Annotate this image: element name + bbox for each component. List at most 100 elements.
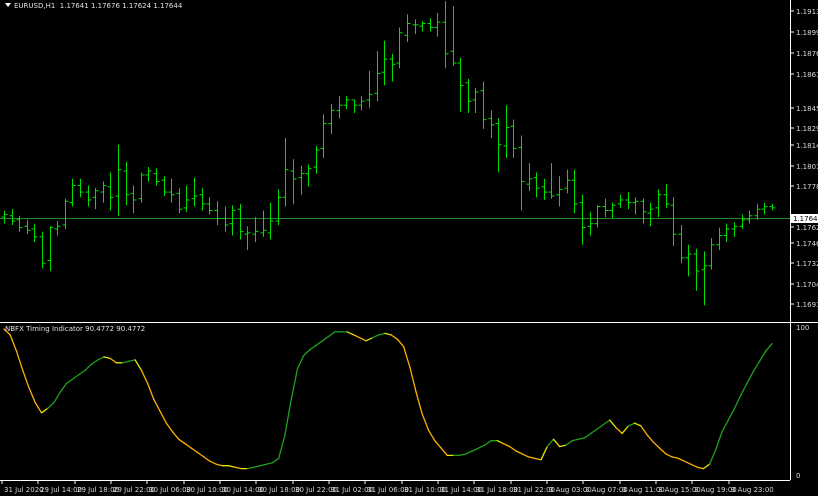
ohlc-bar xyxy=(587,211,594,236)
ohlc-bar xyxy=(465,78,472,114)
indicator-segment xyxy=(471,447,480,452)
ohlc-bar xyxy=(739,214,746,229)
ohlc-bar xyxy=(617,194,624,208)
indicator-scale-max: 100 xyxy=(796,324,809,332)
ohlc-bar xyxy=(358,95,365,111)
indicator-segment xyxy=(677,457,686,462)
indicator-segment xyxy=(228,465,236,468)
indicator-segment xyxy=(633,422,642,427)
indicator-segment xyxy=(540,445,548,461)
ohlc-bar xyxy=(670,197,677,247)
ohlc-bar xyxy=(85,185,92,207)
indicator-segment xyxy=(696,466,704,470)
indicator-segment xyxy=(484,440,492,446)
time-axis-label: 31 Jul 2020 xyxy=(4,486,44,494)
indicator-segment xyxy=(652,441,661,449)
main-price-chart[interactable]: 1.19135 1.18990 1.18765 1.18610 1.18455 … xyxy=(0,0,818,496)
symbol-label: EURUSD,H1 xyxy=(14,2,56,10)
ohlc-bar xyxy=(609,202,616,219)
price-axis-label: 1.17045 xyxy=(796,281,818,289)
ohlc-bar xyxy=(351,99,358,114)
indicator-segment xyxy=(565,440,573,446)
indicator-segment xyxy=(665,453,673,458)
ohlc-bar xyxy=(488,110,495,139)
price-axis-label: 1.18610 xyxy=(796,71,818,79)
ohlc-bar xyxy=(381,40,388,86)
metatrader-chart-window: 1.19135 1.18990 1.18765 1.18610 1.18455 … xyxy=(0,0,818,496)
indicator-segment xyxy=(427,429,436,442)
indicator-segment xyxy=(34,401,43,414)
symbol-info: EURUSD,H1 1.17641 1.17676 1.17624 1.1764… xyxy=(5,2,182,10)
indicator-segment xyxy=(421,413,430,432)
indicator-segment xyxy=(571,438,580,442)
ohlc-bar xyxy=(222,206,229,232)
indicator-segment xyxy=(527,456,536,460)
time-axis-label: 30 Jul 18:00 xyxy=(258,486,300,494)
indicator-segment xyxy=(715,431,723,451)
ohlc-bar xyxy=(412,19,419,35)
indicator-segment xyxy=(121,360,130,364)
ohlc-bar xyxy=(62,198,69,229)
ohlc-bar xyxy=(518,135,525,211)
ohlc-bar xyxy=(457,57,464,112)
ohlc-bar xyxy=(723,223,730,243)
ohlc-bar xyxy=(168,178,175,203)
indicator-segment xyxy=(9,334,18,352)
ohlc-bars xyxy=(1,1,776,306)
indicator-segment xyxy=(97,356,105,361)
ohlc-close: 1.17644 xyxy=(153,2,183,10)
ohlc-bar xyxy=(708,238,715,270)
indicator-segment xyxy=(290,368,299,401)
price-axis-label: 1.17460 xyxy=(796,240,818,248)
indicator-segment xyxy=(546,438,555,448)
ohlc-bar xyxy=(328,103,335,135)
ohlc-bar xyxy=(442,1,449,69)
ohlc-bar xyxy=(526,163,533,191)
indicator-segment xyxy=(746,370,754,385)
indicator-scale-min: 0 xyxy=(796,472,800,480)
price-axis-label: 1.19135 xyxy=(796,8,818,16)
indicator-segment xyxy=(315,340,324,346)
ohlc-bar xyxy=(252,217,259,243)
time-axis-label: 31 Jul 06:00 xyxy=(367,486,409,494)
indicator-segment xyxy=(708,448,717,465)
ohlc-bar xyxy=(495,118,502,173)
indicator-segment xyxy=(765,343,773,352)
indicator-segment xyxy=(59,382,68,393)
ohlc-bar xyxy=(260,210,267,237)
price-axis-label: 1.17780 xyxy=(796,183,818,191)
indicator-segment xyxy=(359,337,367,342)
indicator-segment xyxy=(215,463,224,467)
indicator-segment xyxy=(465,450,473,455)
ohlc-bar xyxy=(571,169,578,214)
indicator-segment xyxy=(509,445,517,452)
indicator-segment xyxy=(502,443,511,448)
indicator-segment xyxy=(396,338,405,348)
ohlc-bar xyxy=(769,203,776,211)
indicator-segment xyxy=(196,451,205,458)
ohlc-bar xyxy=(701,251,708,306)
ohlc-bar xyxy=(450,6,457,66)
indicator-segment xyxy=(140,369,149,385)
indicator-segment xyxy=(621,425,630,435)
indicator-segment xyxy=(47,401,55,410)
time-axis-label: 31 Jul 18:00 xyxy=(476,486,518,494)
indicator-segment xyxy=(702,463,711,470)
ohlc-bar xyxy=(663,184,670,208)
indicator-segment xyxy=(103,356,111,360)
ohlc-bar xyxy=(541,178,548,200)
indicator-segment xyxy=(683,460,692,465)
ohlc-bar xyxy=(366,70,373,108)
indicator-segment xyxy=(733,394,742,410)
indicator-segment xyxy=(78,369,86,376)
ohlc-bar xyxy=(107,172,114,211)
indicator-segment xyxy=(28,387,36,404)
ohlc-bar xyxy=(229,205,236,236)
ohlc-bar xyxy=(396,27,403,69)
indicator-segment xyxy=(590,428,598,435)
price-axis-label: 1.18295 xyxy=(796,125,818,133)
ohlc-bar xyxy=(685,244,692,277)
price-axis-label: 1.18455 xyxy=(796,105,818,113)
indicator-segment xyxy=(40,407,49,414)
indicator-segment xyxy=(234,466,242,470)
